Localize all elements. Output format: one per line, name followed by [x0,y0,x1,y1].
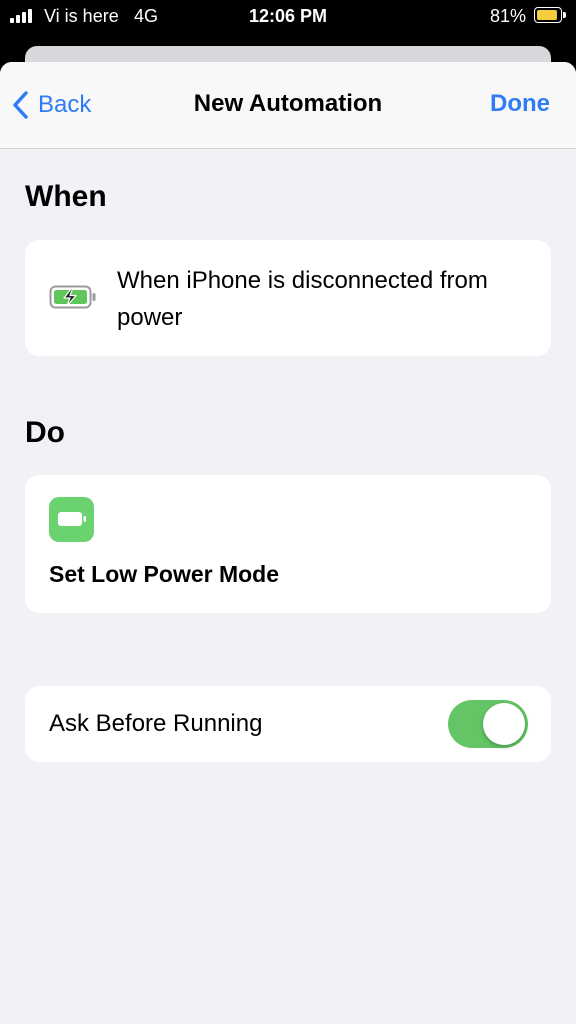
ask-before-running-label: Ask Before Running [49,710,263,737]
low-power-mode-icon [49,497,94,542]
back-button[interactable]: Back [12,88,91,122]
navigation-bar: Back New Automation Done [0,62,576,149]
done-button[interactable]: Done [490,90,550,118]
action-card[interactable]: Set Low Power Mode [25,475,551,613]
battery-icon [58,512,86,526]
trigger-description: When iPhone is disconnected from power [117,267,488,331]
trigger-card[interactable]: When iPhone is disconnected from power [25,240,551,356]
ask-before-running-toggle[interactable] [448,700,528,748]
do-header: Do [25,416,65,449]
chevron-left-icon [13,91,28,119]
battery-icon [534,7,566,23]
status-bar: Vi is here 4G 12:06 PM 81% [0,0,576,34]
when-header: When [25,180,107,213]
battery-percentage: 81% [489,6,526,26]
toggle-knob [483,703,525,745]
ask-before-running-row: Ask Before Running [25,686,551,762]
action-label: Set Low Power Mode [49,561,280,587]
back-label: Back [38,91,92,118]
automation-sheet: Back New Automation Done When When iPhon… [0,62,576,1024]
battery-charging-icon [49,285,96,309]
